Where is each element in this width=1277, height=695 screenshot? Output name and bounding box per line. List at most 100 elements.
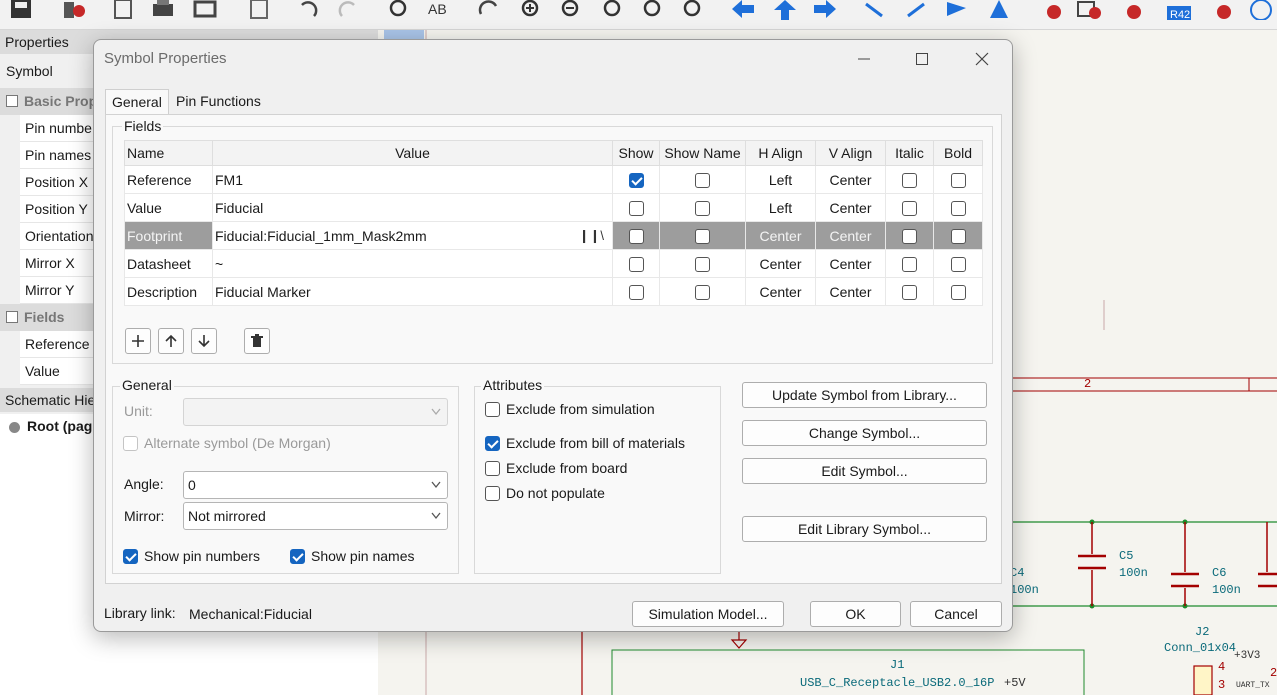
show-checkbox[interactable] [628, 284, 644, 300]
field-row-description[interactable]: Description Fiducial Marker Center Cente… [124, 277, 983, 306]
zoom-objects-icon[interactable] [640, 0, 666, 20]
show-name-checkbox[interactable] [695, 200, 710, 216]
bold-checkbox[interactable] [950, 172, 966, 188]
show-cell[interactable] [612, 165, 660, 194]
italic-checkbox[interactable] [902, 284, 917, 300]
settings-icon[interactable] [60, 0, 86, 20]
delete-field-button[interactable] [244, 328, 270, 354]
tab-pin-functions[interactable]: Pin Functions [170, 89, 267, 115]
show-cell[interactable] [612, 193, 660, 222]
add-field-button[interactable] [125, 328, 151, 354]
col-header-italic[interactable]: Italic [885, 140, 934, 166]
save-icon[interactable] [8, 0, 34, 20]
exclude-bom-checkbox[interactable] [485, 435, 500, 451]
bold-checkbox[interactable] [950, 256, 966, 272]
move-down-button[interactable] [191, 328, 217, 354]
minimize-button[interactable] [844, 46, 884, 72]
print-icon[interactable] [150, 0, 176, 20]
h-align-cell[interactable]: Center [745, 221, 816, 250]
zoom-out-icon[interactable] [558, 0, 584, 20]
show-checkbox[interactable] [628, 256, 644, 272]
col-header-bold[interactable]: Bold [933, 140, 983, 166]
v-align-cell[interactable]: Center [815, 221, 886, 250]
ok-button[interactable]: OK [810, 601, 901, 627]
undo-icon[interactable] [294, 0, 320, 20]
italic-checkbox[interactable] [902, 256, 917, 272]
h-align-cell[interactable]: Left [745, 165, 816, 194]
rotate-ccw-icon[interactable] [862, 0, 888, 20]
annotate-icon[interactable]: R42 [1166, 0, 1192, 21]
italic-checkbox[interactable] [902, 200, 917, 216]
angle-select[interactable]: 0 [183, 471, 448, 499]
alternate-symbol-option[interactable]: Alternate symbol (De Morgan) [123, 435, 331, 451]
field-value[interactable]: Fiducial Marker [212, 277, 613, 306]
redo-icon[interactable] [336, 0, 362, 20]
show-checkbox[interactable] [628, 172, 644, 188]
italic-checkbox[interactable] [902, 228, 917, 244]
tree-root[interactable]: Root (pag [27, 418, 92, 434]
exclude-board-option[interactable]: Exclude from board [485, 460, 627, 476]
show-pin-names-checkbox[interactable] [290, 548, 305, 564]
col-header-value[interactable]: Value [212, 140, 613, 166]
page-icon[interactable] [110, 0, 136, 20]
field-value[interactable]: Fiducial [212, 193, 613, 222]
bold-checkbox[interactable] [950, 200, 966, 216]
bold-cell[interactable] [933, 277, 983, 306]
col-header-show[interactable]: Show [612, 140, 660, 166]
find-icon[interactable] [386, 0, 412, 20]
bold-checkbox[interactable] [950, 284, 966, 300]
refresh-icon[interactable] [476, 0, 502, 20]
show-pin-names-option[interactable]: Show pin names [290, 548, 415, 564]
tab-general[interactable]: General [105, 89, 169, 115]
col-header-h-align[interactable]: H Align [745, 140, 816, 166]
italic-cell[interactable] [885, 277, 934, 306]
col-header-name[interactable]: Name [124, 140, 213, 166]
field-row-reference[interactable]: Reference FM1 Left Center [124, 165, 983, 194]
edit-library-symbol-button[interactable]: Edit Library Symbol... [742, 516, 987, 542]
change-symbol-button[interactable]: Change Symbol... [742, 420, 987, 446]
zoom-in-icon[interactable] [518, 0, 544, 20]
check-icon[interactable] [1206, 0, 1232, 20]
close-button[interactable] [962, 46, 1002, 72]
v-align-cell[interactable]: Center [815, 249, 886, 278]
show-pin-numbers-option[interactable]: Show pin numbers [123, 548, 260, 564]
cancel-button[interactable]: Cancel [910, 601, 1002, 627]
exclude-simulation-checkbox[interactable] [485, 401, 500, 417]
library-browser-icon[interactable]: ❙❙\ [579, 228, 604, 244]
arrow-left-icon[interactable] [730, 0, 756, 20]
field-value[interactable]: ~ [212, 249, 613, 278]
update-symbol-button[interactable]: Update Symbol from Library... [742, 382, 987, 408]
show-checkbox[interactable] [628, 228, 644, 244]
mirror-select[interactable]: Not mirrored [183, 502, 448, 530]
italic-cell[interactable] [885, 165, 934, 194]
simulator-icon[interactable] [1248, 0, 1274, 21]
collapse-icon[interactable] [6, 311, 18, 323]
edit-symbol-button[interactable]: Edit Symbol... [742, 458, 987, 484]
field-name[interactable]: Footprint [124, 221, 213, 250]
bold-cell[interactable] [933, 165, 983, 194]
exclude-simulation-option[interactable]: Exclude from simulation [485, 401, 655, 417]
show-name-cell[interactable] [659, 221, 746, 250]
do-not-populate-checkbox[interactable] [485, 485, 500, 501]
bold-cell[interactable] [933, 249, 983, 278]
bold-checkbox[interactable] [950, 228, 966, 244]
show-cell[interactable] [612, 277, 660, 306]
show-name-checkbox[interactable] [695, 256, 710, 272]
unit-select[interactable] [183, 398, 448, 426]
italic-cell[interactable] [885, 249, 934, 278]
show-name-checkbox[interactable] [695, 284, 710, 300]
v-align-cell[interactable]: Center [815, 193, 886, 222]
v-align-cell[interactable]: Center [815, 165, 886, 194]
show-checkbox[interactable] [628, 200, 644, 216]
simulation-model-button[interactable]: Simulation Model... [632, 601, 784, 627]
move-up-button[interactable] [158, 328, 184, 354]
show-name-cell[interactable] [659, 277, 746, 306]
field-row-footprint[interactable]: Footprint Fiducial:Fiducial_1mm_Mask2mm ❙… [124, 221, 983, 250]
collapse-icon[interactable] [6, 95, 18, 107]
col-header-show-name[interactable]: Show Name [659, 140, 746, 166]
arrow-up-icon[interactable] [772, 0, 798, 20]
bom-icon[interactable] [1076, 0, 1102, 20]
h-align-cell[interactable]: Center [745, 277, 816, 306]
footprint-assign-icon[interactable] [1118, 0, 1144, 20]
field-row-datasheet[interactable]: Datasheet ~ Center Center [124, 249, 983, 278]
